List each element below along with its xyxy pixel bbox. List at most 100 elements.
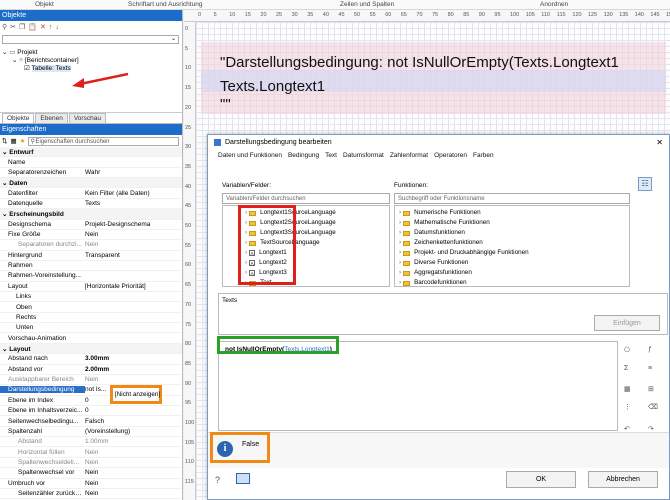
property-row[interactable]: Ebene im Inhaltsverzeic... 0 [0, 406, 182, 417]
menu-farben[interactable]: Farben [473, 152, 494, 159]
property-row[interactable]: Umbruch vor Nein [0, 479, 182, 489]
funcs-list-item[interactable]: › Datumsfunktionen [399, 228, 629, 238]
filter-icon[interactable]: ⚲ [2, 23, 7, 31]
tree-item-project[interactable]: ⌄ ▭ Projekt [2, 49, 182, 57]
chevron-right-icon[interactable]: › [399, 228, 401, 238]
property-row[interactable]: Horizontal füllen Nein [0, 447, 182, 458]
chevron-right-icon[interactable]: › [399, 268, 401, 278]
cut-icon[interactable]: ✂ [10, 23, 16, 31]
star-icon[interactable]: ★ [20, 137, 26, 145]
menu-bedingung[interactable]: Bedingung [288, 152, 319, 159]
funcs-list-item[interactable]: › Diverse Funktionen [399, 258, 629, 268]
checkbox-icon[interactable]: ☑ [24, 65, 30, 72]
chevron-right-icon[interactable]: › [399, 278, 401, 288]
property-row[interactable]: Rahmen-Voreinstellung... [0, 271, 182, 282]
group-icon[interactable]: ▦ [10, 137, 16, 145]
tab-objekte[interactable]: Objekte [2, 113, 35, 123]
property-row[interactable]: Datenfilter Kein Filter (alle Daten) [0, 188, 182, 199]
funcs-list-item[interactable]: › Projekt- und Druckabhängige Funktionen [399, 248, 629, 258]
property-row[interactable]: Abstand vor 2.00mm [0, 365, 182, 375]
chevron-right-icon[interactable]: › [399, 248, 401, 258]
property-row[interactable]: Vorschau-Animation [0, 333, 182, 344]
sum-icon[interactable]: Σ [624, 365, 628, 372]
funcs-list-item[interactable]: › Mathematische Funktionen [399, 218, 629, 228]
ok-button[interactable]: OK [506, 471, 576, 488]
property-row[interactable]: Unten [0, 323, 182, 334]
copy-icon[interactable]: ❐ [19, 23, 25, 31]
condition-dialog: Darstellungsbedingung bearbeiten ✕ Daten… [207, 134, 670, 500]
delete-icon[interactable]: ✕ [40, 23, 46, 31]
ruler-tick-label: 0 [198, 12, 202, 18]
properties-search[interactable]: ⚲ Eigenschaften durchsuchen [28, 136, 179, 146]
sort-icon[interactable]: ⇅ [2, 137, 7, 145]
property-row[interactable]: Rechts [0, 313, 182, 324]
properties-panel-title: Eigenschaften [0, 124, 182, 135]
help-icon[interactable]: ? [215, 475, 220, 485]
property-row[interactable]: Seitenwechselbedingu... Falsch [0, 416, 182, 427]
grid-icon[interactable]: ⊞ [648, 385, 654, 393]
menu-text[interactable]: Text [325, 152, 337, 159]
property-section[interactable]: ⌄ Erscheinungsbild [0, 209, 182, 220]
wizard-icon[interactable]: ⎔ [624, 346, 630, 354]
property-row[interactable]: Spaltenwechseldeli... Nein [0, 458, 182, 469]
chevron-right-icon[interactable]: › [399, 258, 401, 268]
funcs-search[interactable]: Suchbegriff oder Funktionsname [394, 193, 630, 204]
move-down-icon[interactable]: ↓ [55, 24, 59, 31]
funcs-list-item[interactable]: › Numerische Funktionen [399, 208, 629, 218]
tab-ebenen[interactable]: Ebenen [35, 113, 68, 123]
property-name: Seitenzähler zurücks... [18, 490, 84, 498]
property-name: ⌄ Entwurf [2, 148, 34, 156]
vars-search[interactable]: Variablen/Felder durchsuchen [222, 193, 390, 204]
property-row[interactable]: Spaltenwechsel vor Nein [0, 468, 182, 479]
property-section[interactable]: ⌄ Daten [0, 178, 182, 189]
table-icon[interactable]: ▦ [624, 385, 631, 393]
tree-item-container[interactable]: ⌄ ≡ [Berichtscontainer] [2, 57, 182, 65]
property-name: Datenquelle [8, 199, 43, 207]
property-section[interactable]: ⌄ Entwurf [0, 147, 182, 158]
tab-vorschau[interactable]: Vorschau [68, 113, 106, 123]
chevron-right-icon[interactable]: › [399, 238, 401, 248]
property-row[interactable]: Datenquelle Texts [0, 199, 182, 210]
property-row[interactable]: Name [0, 157, 182, 168]
objects-dropdown[interactable]: ⌄ [2, 34, 179, 44]
property-row[interactable]: Ausklappbarer Bereich Nein [0, 375, 182, 386]
comment-icon[interactable]: ⋮ [624, 403, 631, 411]
clear-icon[interactable]: ⌫ [648, 403, 658, 411]
property-row[interactable]: Separatoren durchzi... Nein [0, 240, 182, 251]
expression-editor[interactable]: not IsNullOrEmpty(Texts.Longtext1) [218, 341, 618, 431]
property-row[interactable]: Abstand 1.00mm [0, 437, 182, 448]
menu-daten-funktionen[interactable]: Daten und Funktionen [218, 152, 282, 159]
cancel-button[interactable]: Abbrechen [588, 471, 658, 488]
property-row[interactable]: Separatorenzeichen Wahr [0, 168, 182, 179]
chevron-right-icon[interactable]: › [399, 208, 401, 218]
property-row[interactable]: Layout [Horizontale Priorität] [0, 282, 182, 293]
property-row[interactable]: Fixe Größe Nein [0, 230, 182, 241]
property-row[interactable]: Seitenzähler zurücks... Nein [0, 489, 182, 500]
view-toggle-icon[interactable]: ☷ [638, 177, 652, 191]
ruler-tick-label: 75 [185, 321, 192, 328]
close-icon[interactable]: ✕ [656, 138, 663, 147]
property-row[interactable]: Hintergrund Transparent [0, 251, 182, 261]
funcs-list-item[interactable]: › Zeichenkettenfunktionen [399, 238, 629, 248]
property-row[interactable]: Oben [0, 302, 182, 313]
property-row[interactable]: Links [0, 292, 182, 303]
window-icon[interactable] [236, 473, 250, 484]
function-icon[interactable]: ƒ [648, 346, 652, 353]
menu-zahlenformat[interactable]: Zahlenformat [390, 152, 428, 159]
property-row[interactable]: Rahmen [0, 261, 182, 272]
menu-operatoren[interactable]: Operatoren [434, 152, 467, 159]
property-section[interactable]: ⌄ Layout [0, 343, 182, 355]
property-row[interactable]: Designschema Projekt-Designschema [0, 220, 182, 230]
ruler-tick-label: 50 [185, 223, 192, 229]
move-up-icon[interactable]: ↑ [49, 24, 53, 31]
funcs-list-item[interactable]: › Aggregatsfunktionen [399, 268, 629, 278]
funcs-list-item[interactable]: › Barcodefunktionen [399, 278, 629, 288]
menu-datumsformat[interactable]: Datumsformat [343, 152, 384, 159]
chevron-right-icon[interactable]: › [399, 218, 401, 228]
property-row[interactable]: Spaltenzahl (Voreinstellung) [0, 427, 182, 438]
ruler-tick-label: 90 [185, 380, 192, 387]
paste-icon[interactable]: 📋 [28, 23, 37, 31]
property-row[interactable]: Abstand nach 3.00mm [0, 354, 182, 365]
format-icon[interactable]: ≡ [648, 365, 652, 372]
insert-button[interactable]: Einfügen [594, 315, 660, 331]
